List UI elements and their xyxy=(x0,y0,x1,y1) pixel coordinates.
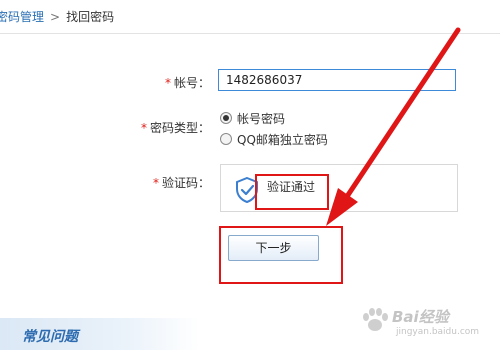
radio-qq-mail-password-label: QQ邮箱独立密码 xyxy=(237,133,328,147)
required-mark: * xyxy=(152,176,159,190)
radio-account-password-label: 帐号密码 xyxy=(237,112,286,126)
account-label: * 帐号： xyxy=(165,74,210,91)
captcha-label: * 验证码： xyxy=(153,174,210,191)
required-mark: * xyxy=(164,76,171,90)
password-type-label-text: 密码类型： xyxy=(149,121,210,135)
breadcrumb-current-page: 找回密码 xyxy=(66,10,115,24)
watermark-main-text: Bai经验 xyxy=(392,308,449,326)
paw-icon xyxy=(363,308,388,331)
faq-title: 常见问题 xyxy=(22,329,78,345)
radio-unchecked-icon[interactable] xyxy=(220,133,232,145)
password-type-label: * 密码类型： xyxy=(141,119,210,136)
annotation-box-next-button xyxy=(219,226,343,284)
radio-account-password[interactable]: 帐号密码 xyxy=(220,111,285,127)
breadcrumb-password-management[interactable]: 密码管理 xyxy=(0,10,44,24)
header-divider xyxy=(0,33,500,34)
account-input[interactable]: 1482686037 xyxy=(218,69,456,91)
breadcrumb: 密码管理 > 找回密码 xyxy=(0,7,114,27)
required-mark: * xyxy=(140,121,147,135)
radio-qq-mail-password[interactable]: QQ邮箱独立密码 xyxy=(220,132,328,148)
annotation-box-captcha xyxy=(255,174,329,210)
watermark-sub-text: jingyan.baidu.com xyxy=(396,327,480,337)
breadcrumb-separator: > xyxy=(50,10,61,24)
account-label-text: 帐号： xyxy=(173,76,210,90)
captcha-label-text: 验证码： xyxy=(161,176,210,190)
watermark-logo: Bai经验 jingyan.baidu.com xyxy=(360,300,494,344)
radio-checked-icon[interactable] xyxy=(220,112,232,124)
